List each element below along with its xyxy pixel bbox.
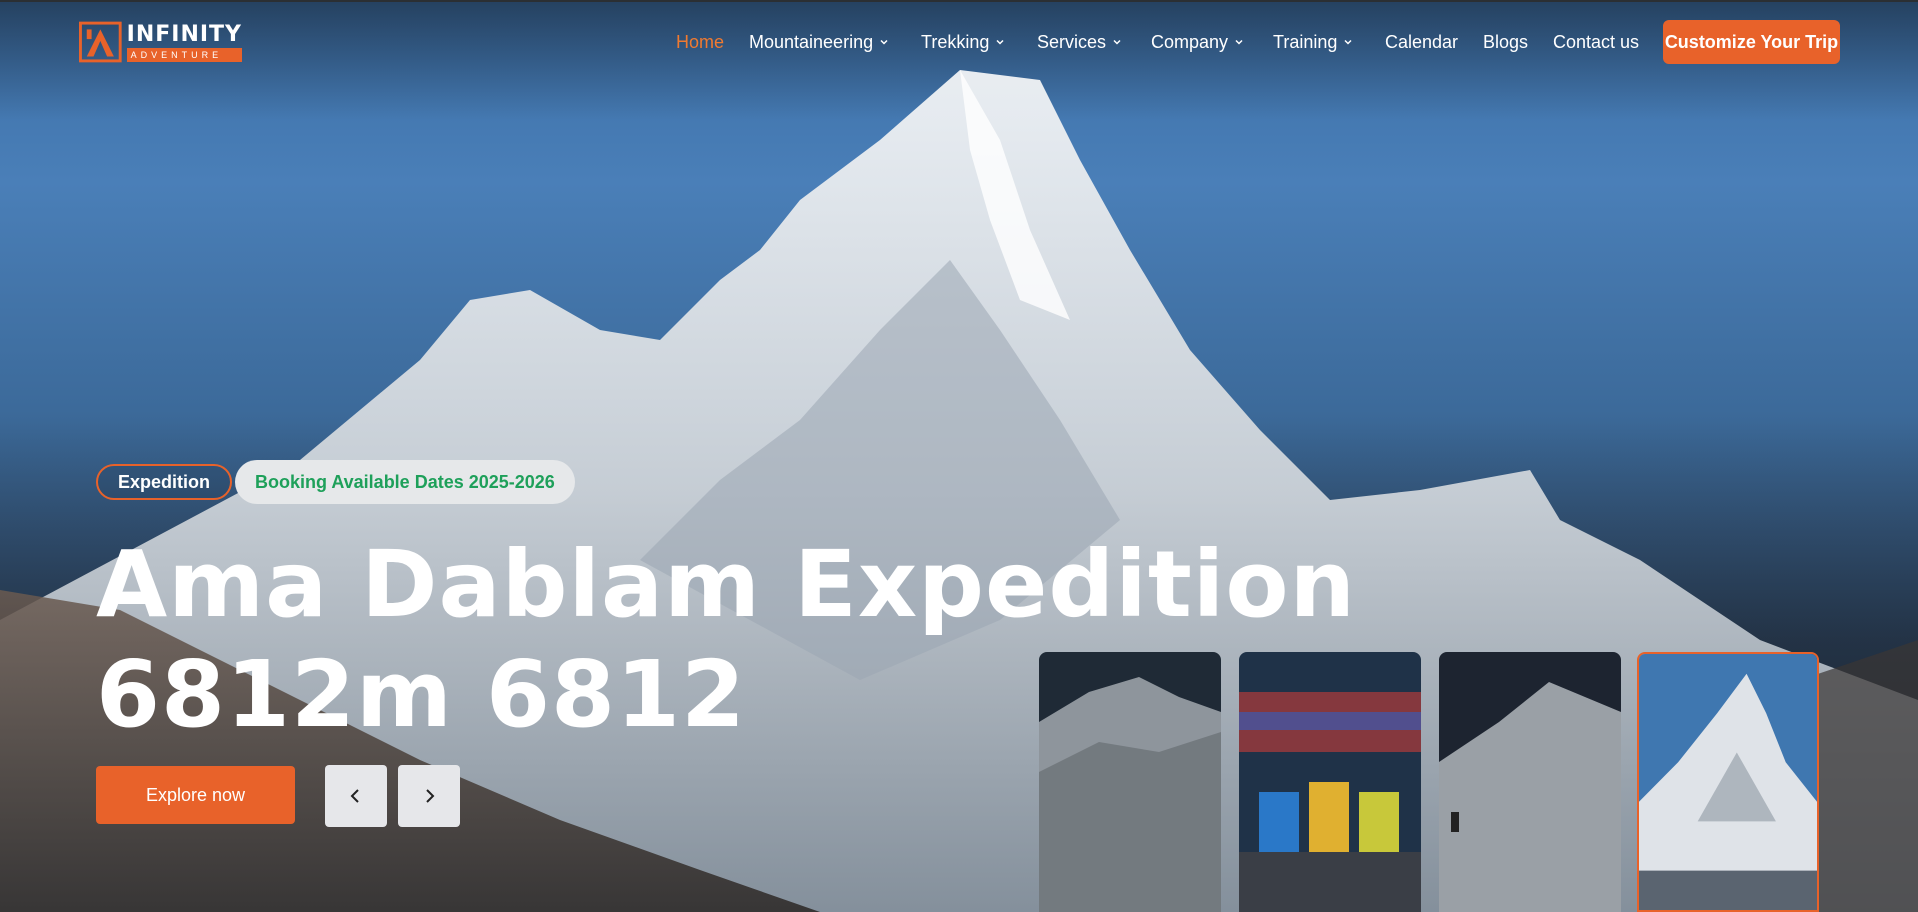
nav-label: Company [1151, 31, 1229, 52]
nav-label: Training [1273, 31, 1338, 52]
booking-badge: Booking Available Dates 2025-2026 [235, 460, 575, 504]
slide-thumbnail-3[interactable] [1439, 652, 1621, 912]
slide-thumbnail-4[interactable] [1637, 652, 1819, 912]
snowy-slope-image [1039, 652, 1221, 912]
chevron-left-icon [350, 789, 359, 803]
logo-name: INFINITY [126, 21, 242, 47]
nav-label: Calendar [1385, 31, 1459, 52]
next-slide-button[interactable] [398, 765, 460, 827]
nav-label: Services [1037, 31, 1107, 52]
chevron-down-icon [1235, 39, 1243, 45]
category-tag: Expedition [96, 464, 233, 500]
nav-item-services[interactable]: Services [1037, 24, 1122, 60]
climber-on-snow-image [1439, 652, 1621, 912]
nav-item-home[interactable]: Home [676, 24, 724, 60]
nav-label: Trekking [921, 31, 990, 52]
chevron-down-icon [1344, 39, 1352, 45]
customize-trip-button[interactable]: Customize Your Trip [1663, 20, 1840, 64]
hero-title: Ama Dablam Expedition 6812m 6812 [96, 531, 1357, 748]
nav-label: Home [676, 31, 725, 52]
nav-item-mountaineering[interactable]: Mountaineering [749, 24, 889, 60]
nav-item-contact[interactable]: Contact us [1553, 24, 1639, 60]
nav-label: Mountaineering [749, 31, 874, 52]
chevron-down-icon [996, 39, 1004, 45]
slide-thumbnail-2[interactable] [1239, 652, 1421, 912]
nav-item-calendar[interactable]: Calendar [1385, 24, 1458, 60]
ama-dablam-peak-image [1639, 654, 1817, 910]
explore-button[interactable]: Explore now [96, 766, 295, 824]
nav-item-training[interactable]: Training [1273, 24, 1353, 60]
top-border [0, 0, 1918, 2]
nav-item-company[interactable]: Company [1151, 24, 1244, 60]
nav-label: Contact us [1553, 31, 1640, 52]
nav-label: Blogs [1483, 31, 1529, 52]
logo-tagline: ADVENTURE [126, 47, 242, 62]
nav-item-trekking[interactable]: Trekking [921, 24, 1005, 60]
chevron-down-icon [880, 39, 888, 45]
chevron-right-icon [426, 789, 435, 803]
logo-mark-icon [79, 21, 122, 63]
prev-slide-button[interactable] [325, 765, 387, 827]
group-photo-image [1239, 652, 1421, 912]
slide-thumbnail-1[interactable] [1039, 652, 1221, 912]
chevron-down-icon [1113, 39, 1121, 45]
nav-item-blogs[interactable]: Blogs [1483, 24, 1528, 60]
site-logo[interactable]: INFINITY ADVENTURE [79, 20, 242, 64]
